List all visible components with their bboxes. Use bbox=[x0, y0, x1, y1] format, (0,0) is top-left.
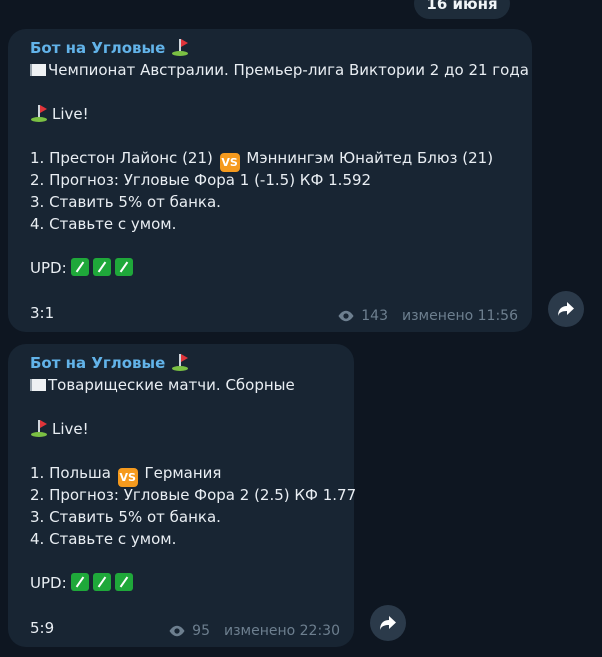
sender-name[interactable]: Бот на Угловые bbox=[30, 352, 354, 374]
update-line: UPD: bbox=[30, 257, 532, 279]
date-separator: 16 июня bbox=[414, 0, 510, 19]
league-text: Товарищеские матчи. Сборные bbox=[48, 376, 295, 394]
away-team: Мэннингэм Юнайтед Блюз (21) bbox=[246, 149, 494, 167]
check-mark-icon bbox=[70, 573, 89, 591]
away-team: Германия bbox=[144, 464, 222, 482]
eye-icon bbox=[338, 310, 354, 322]
view-count: 143 bbox=[361, 308, 388, 324]
forecast-line: 2. Прогноз: Угловые Фора 1 (-1.5) КФ 1.5… bbox=[30, 171, 372, 189]
message-meta: 143 изменено 11:56 bbox=[337, 308, 518, 324]
check-mark-icon bbox=[92, 573, 111, 591]
live-line: Live! bbox=[30, 418, 354, 440]
check-mark-icon bbox=[70, 258, 89, 276]
advice-line: 4. Ставьте с умом. bbox=[30, 530, 177, 548]
live-text: Live! bbox=[52, 105, 89, 123]
edited-time: изменено 22:30 bbox=[224, 623, 340, 639]
forecast-line: 2. Прогноз: Угловые Фора 2 (2.5) КФ 1.77 bbox=[30, 486, 357, 504]
live-text: Live! bbox=[52, 420, 89, 438]
update-label: UPD: bbox=[30, 259, 67, 277]
home-team: 1. Польша bbox=[30, 464, 111, 482]
forward-arrow-icon bbox=[380, 616, 396, 630]
message-bubble[interactable]: Бот на Угловые Чемпионат Австралии. Прем… bbox=[8, 29, 532, 332]
home-team: 1. Престон Лайонс (21) bbox=[30, 149, 213, 167]
golf-flag-icon bbox=[30, 104, 48, 122]
score-text: 3:1 bbox=[30, 304, 55, 322]
match-line: 1. Польша VS Германия bbox=[30, 462, 354, 487]
sender-name[interactable]: Бот на Угловые bbox=[30, 37, 532, 59]
check-mark-icon bbox=[114, 258, 133, 276]
date-label: 16 июня bbox=[426, 0, 498, 13]
league-line: Товарищеские матчи. Сборные bbox=[30, 374, 354, 396]
golf-flag-icon bbox=[171, 353, 189, 371]
check-mark-icon bbox=[92, 258, 111, 276]
stake-line: 3. Ставить 5% от банка. bbox=[30, 508, 221, 526]
score-text: 5:9 bbox=[30, 619, 55, 637]
message-meta: 95 изменено 22:30 bbox=[168, 623, 340, 639]
white-flag-icon bbox=[30, 64, 46, 76]
check-mark-icon bbox=[114, 573, 133, 591]
golf-flag-icon bbox=[30, 419, 48, 437]
update-line: UPD: bbox=[30, 572, 354, 594]
update-label: UPD: bbox=[30, 574, 67, 592]
stake-line: 3. Ставить 5% от банка. bbox=[30, 193, 221, 211]
edited-time: изменено 11:56 bbox=[402, 308, 518, 324]
league-line: Чемпионат Австралии. Премьер-лига Виктор… bbox=[30, 59, 532, 81]
live-line: Live! bbox=[30, 103, 532, 125]
forward-arrow-icon bbox=[558, 302, 574, 316]
golf-flag-icon bbox=[171, 38, 189, 56]
eye-icon bbox=[169, 625, 185, 637]
forward-button[interactable] bbox=[370, 605, 406, 641]
forward-button[interactable] bbox=[548, 291, 584, 327]
advice-line: 4. Ставьте с умом. bbox=[30, 215, 177, 233]
message-bubble[interactable]: Бот на Угловые Товарищеские матчи. Сборн… bbox=[8, 344, 357, 647]
view-count: 95 bbox=[192, 623, 210, 639]
sender-name-text: Бот на Угловые bbox=[30, 354, 166, 372]
match-line: 1. Престон Лайонс (21) VS Мэннингэм Юнай… bbox=[30, 147, 532, 172]
league-text: Чемпионат Австралии. Премьер-лига Виктор… bbox=[48, 61, 529, 79]
sender-name-text: Бот на Угловые bbox=[30, 39, 166, 57]
white-flag-icon bbox=[30, 379, 46, 391]
